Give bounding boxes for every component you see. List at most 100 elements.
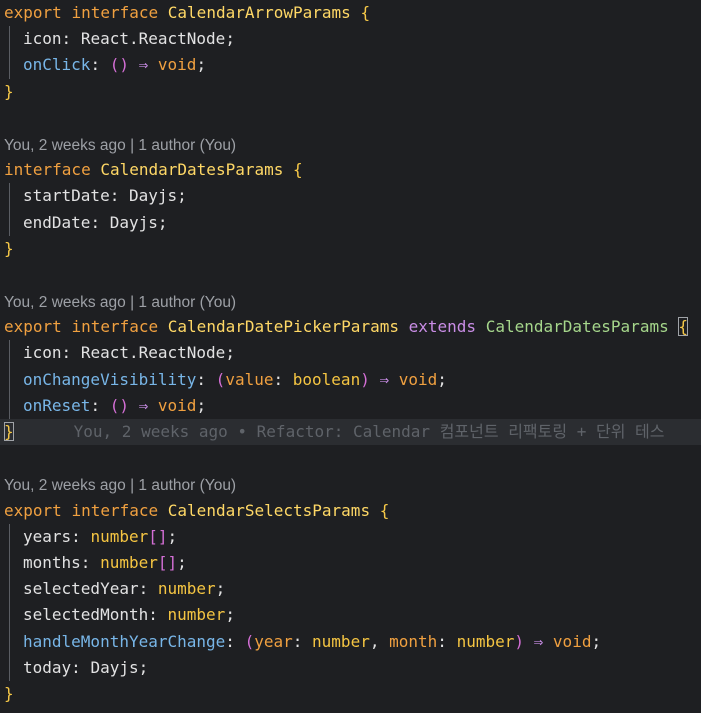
code-line[interactable]: } xyxy=(0,79,701,105)
colon: : xyxy=(138,579,149,599)
colon: : xyxy=(109,186,120,206)
arrow: ⇒ xyxy=(138,55,149,75)
codelens-blame[interactable]: You, 2 weeks ago | 1 author (You) xyxy=(0,471,701,497)
code-line[interactable]: export interface CalendarArrowParams { xyxy=(0,0,701,26)
code-line[interactable]: handleMonthYearChange: (year: number, mo… xyxy=(0,628,701,655)
code-editor[interactable]: export interface CalendarArrowParams { i… xyxy=(0,0,701,713)
arrow: ⇒ xyxy=(138,395,149,415)
semicolon: ; xyxy=(196,395,207,415)
param-name: month xyxy=(389,631,438,651)
return-type: void xyxy=(157,55,197,75)
interface-name: CalendarDatesParams xyxy=(100,160,284,180)
member-key: months xyxy=(23,552,81,572)
member-key: today xyxy=(23,657,72,677)
code-line[interactable]: interface CalendarDatesParams { xyxy=(0,157,701,183)
code-line[interactable]: years: number[]; xyxy=(0,523,701,550)
keyword-extends: extends xyxy=(408,317,477,337)
array-brackets: [] xyxy=(157,552,178,572)
code-line[interactable]: onClick: () ⇒ void; xyxy=(0,52,701,79)
semicolon: ; xyxy=(215,579,226,599)
member-key: icon xyxy=(23,29,62,49)
param-type: number xyxy=(456,631,515,651)
interface-name: CalendarDatePickerParams xyxy=(167,317,399,337)
array-brackets: [] xyxy=(148,526,168,546)
keyword-export: export xyxy=(4,500,62,520)
code-line[interactable]: export interface CalendarSelectsParams { xyxy=(0,498,701,524)
return-type: void xyxy=(552,631,592,651)
keyword-interface: interface xyxy=(71,500,159,520)
member-type: number xyxy=(100,552,158,572)
code-line[interactable]: export interface CalendarDatePickerParam… xyxy=(0,314,701,340)
member-type: React.ReactNode xyxy=(80,29,226,49)
blank-line[interactable] xyxy=(0,105,701,131)
close-brace: } xyxy=(4,238,14,258)
semicolon: ; xyxy=(138,657,149,677)
codelens-blame[interactable]: You, 2 weeks ago | 1 author (You) xyxy=(0,131,701,157)
colon: : xyxy=(437,631,447,651)
close-brace: } xyxy=(4,422,14,441)
blank-line[interactable] xyxy=(0,262,701,288)
member-type: Dayjs xyxy=(90,657,139,677)
member-type: React.ReactNode xyxy=(80,343,226,363)
params: () xyxy=(109,395,129,415)
inline-blame-annotation: You, 2 weeks ago • Refactor: Calendar 컴포… xyxy=(73,422,665,441)
code-line[interactable]: selectedMonth: number; xyxy=(0,602,701,629)
rparen: ) xyxy=(360,369,370,389)
arrow: ⇒ xyxy=(533,631,544,651)
keyword-interface: interface xyxy=(71,3,159,22)
codelens-blame[interactable]: You, 2 weeks ago | 1 author (You) xyxy=(0,288,701,314)
member-key: startDate xyxy=(23,186,110,206)
interface-name: CalendarSelectsParams xyxy=(167,500,371,520)
code-line[interactable]: } xyxy=(0,681,701,707)
comma: , xyxy=(369,631,380,651)
member-key: handleMonthYearChange xyxy=(23,631,226,651)
arrow: ⇒ xyxy=(379,369,390,389)
member-key: selectedYear xyxy=(23,579,139,599)
open-brace: { xyxy=(678,317,688,337)
code-line[interactable]: today: Dayjs; xyxy=(0,654,701,681)
close-brace: } xyxy=(4,81,14,101)
open-brace: { xyxy=(379,500,390,520)
member-key: years xyxy=(23,526,72,546)
semicolon: ; xyxy=(225,605,235,625)
colon: : xyxy=(61,29,72,49)
code-line[interactable]: months: number[]; xyxy=(0,549,701,577)
semicolon: ; xyxy=(437,369,447,389)
member-type: Dayjs xyxy=(128,186,178,206)
keyword-export: export xyxy=(4,3,62,22)
member-type: number xyxy=(167,605,226,625)
code-line[interactable]: onChangeVisibility: (value: boolean) ⇒ v… xyxy=(0,366,701,393)
code-line[interactable]: icon: React.ReactNode; xyxy=(0,340,701,367)
member-key: onReset xyxy=(23,395,91,415)
colon: : xyxy=(90,55,101,75)
colon: : xyxy=(196,369,207,389)
params: () xyxy=(109,55,129,75)
extends-name: CalendarDatesParams xyxy=(485,317,669,337)
code-line[interactable]: selectedYear: number; xyxy=(0,576,701,603)
open-brace: { xyxy=(360,3,371,22)
member-key: icon xyxy=(23,343,62,363)
colon: : xyxy=(80,552,91,572)
open-brace: { xyxy=(293,160,303,180)
close-brace: } xyxy=(4,683,14,703)
blank-line[interactable] xyxy=(0,445,701,471)
keyword-interface: interface xyxy=(4,160,91,180)
current-line[interactable]: } You, 2 weeks ago • Refactor: Calendar 컴… xyxy=(0,419,701,446)
code-line[interactable]: endDate: Dayjs; xyxy=(0,209,701,236)
param-name: year xyxy=(254,631,293,651)
colon: : xyxy=(61,343,72,363)
colon: : xyxy=(148,605,158,625)
colon: : xyxy=(225,631,235,651)
semicolon: ; xyxy=(177,186,187,206)
colon: : xyxy=(273,369,284,389)
semicolon: ; xyxy=(225,29,235,49)
code-line[interactable]: icon: React.ReactNode; xyxy=(0,26,701,53)
return-type: void xyxy=(398,369,438,389)
lparen: ( xyxy=(215,369,226,389)
semicolon: ; xyxy=(196,55,207,75)
code-line[interactable]: startDate: Dayjs; xyxy=(0,183,701,210)
code-line[interactable]: } xyxy=(0,236,701,262)
code-line[interactable]: onReset: () ⇒ void; xyxy=(0,392,701,419)
colon: : xyxy=(71,526,81,546)
member-type: Dayjs xyxy=(109,212,158,232)
